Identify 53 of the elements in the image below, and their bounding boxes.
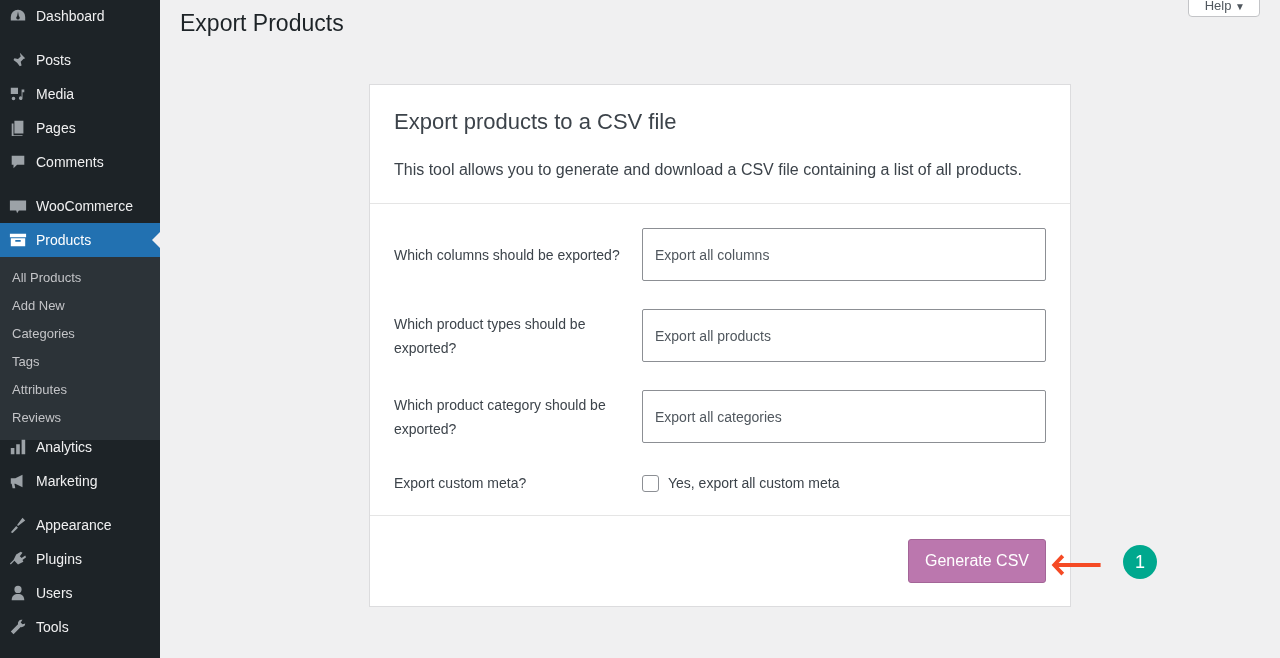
menu-item[interactable]: Products bbox=[0, 223, 160, 257]
menu-label: Posts bbox=[36, 52, 71, 68]
user-icon bbox=[9, 584, 27, 602]
submenu-item[interactable]: Categories bbox=[0, 320, 160, 348]
menu-label: WooCommerce bbox=[36, 198, 133, 214]
menu-label: Media bbox=[36, 86, 75, 102]
field-label: Export custom meta? bbox=[394, 474, 528, 493]
menu-item[interactable]: Media bbox=[0, 77, 160, 111]
menu-label: Products bbox=[36, 232, 92, 248]
field-label: Which product types should be exported? bbox=[394, 314, 587, 358]
caret-icon: ▼ bbox=[1235, 1, 1245, 12]
menu-label: Appearance bbox=[36, 517, 112, 533]
bar-chart-icon bbox=[9, 438, 27, 456]
submenu-item[interactable]: Tags bbox=[0, 348, 160, 376]
menu-label: Comments bbox=[36, 154, 104, 170]
menu-item[interactable]: Posts bbox=[0, 43, 160, 77]
checkbox[interactable] bbox=[642, 474, 659, 492]
menu-label: Tools bbox=[36, 619, 69, 635]
card-description: This tool allows you to generate and download a CSV file containing a list of all products. bbox=[394, 161, 1023, 179]
menu-item[interactable]: WooCommerce bbox=[0, 189, 160, 223]
menu-label: Marketing bbox=[36, 473, 98, 489]
menu-label: Plugins bbox=[36, 551, 82, 567]
step-badge: 1 bbox=[1123, 545, 1157, 579]
menu-label: Pages bbox=[36, 120, 76, 136]
menu-item[interactable]: Analytics bbox=[0, 430, 160, 464]
archive-box-icon bbox=[9, 231, 27, 249]
wrench-icon bbox=[9, 618, 27, 636]
field-label: Which product category should be exported? bbox=[394, 395, 607, 439]
submenu-item[interactable]: Attributes bbox=[0, 376, 160, 404]
menu-item[interactable]: Dashboard bbox=[0, 0, 160, 33]
menu-item[interactable]: Comments bbox=[0, 145, 160, 179]
help-button[interactable]: Help ▼ bbox=[1187, 0, 1260, 17]
select-field[interactable]: Export all columns bbox=[642, 228, 1046, 281]
menu-item[interactable]: Plugins bbox=[0, 542, 160, 576]
checkbox-label: Yes, export all custom meta bbox=[668, 475, 840, 491]
paintbrush-icon bbox=[9, 516, 27, 534]
select-field[interactable]: Export all categories bbox=[642, 390, 1046, 443]
select-field[interactable]: Export all products bbox=[642, 309, 1046, 362]
submenu-item[interactable]: All Products bbox=[0, 264, 160, 292]
page-title: Export Products bbox=[180, 10, 345, 37]
menu-item[interactable]: Tools bbox=[0, 610, 160, 644]
submenu-item[interactable]: Reviews bbox=[0, 404, 160, 432]
submenu-item[interactable]: Add New bbox=[0, 292, 160, 320]
menu-item[interactable]: Pages bbox=[0, 111, 160, 145]
menu-item[interactable]: Marketing bbox=[0, 464, 160, 498]
menu-label: Users bbox=[36, 585, 73, 601]
menu-label: Dashboard bbox=[36, 8, 105, 24]
media-icon bbox=[9, 85, 27, 103]
menu-label: Analytics bbox=[36, 439, 93, 455]
field-label: Which columns should be exported? bbox=[394, 245, 620, 265]
card-title: Export products to a CSV file bbox=[394, 109, 678, 135]
menu-item[interactable]: Users bbox=[0, 576, 160, 610]
menu-item[interactable]: Appearance bbox=[0, 508, 160, 542]
